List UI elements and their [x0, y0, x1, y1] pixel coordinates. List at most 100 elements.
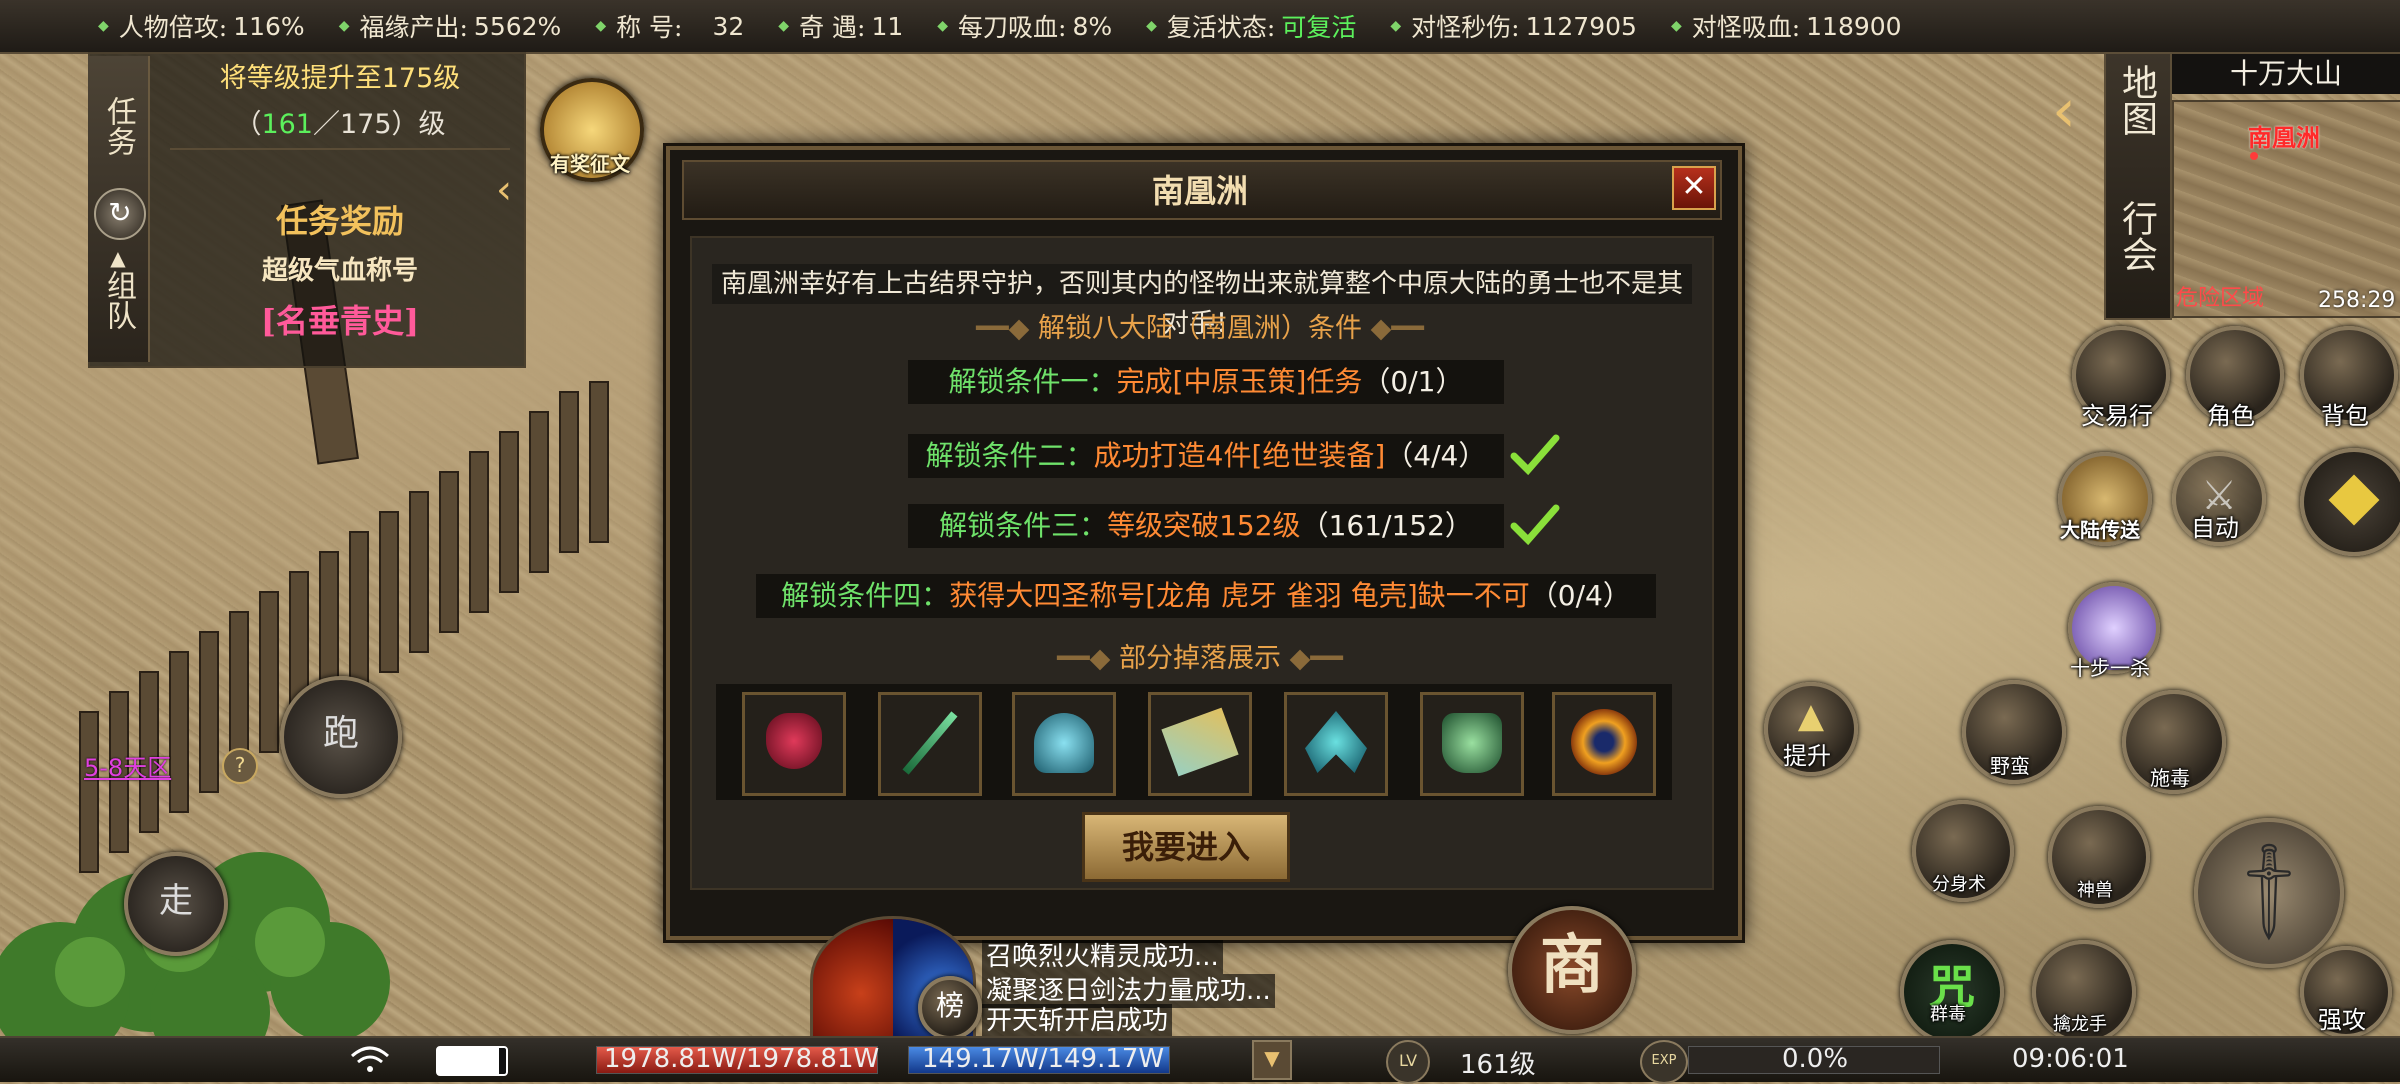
stat-revive-status: ◆ 复活状态: 可复活	[1146, 13, 1357, 42]
dialog-title: 南凰洲	[1151, 172, 1248, 210]
helmet-icon	[1034, 713, 1094, 773]
loot-item-claw[interactable]	[1284, 692, 1388, 796]
map-coordinates: 258:29	[2318, 288, 2396, 313]
tab-task[interactable]: 任务	[88, 96, 148, 167]
map-button[interactable]: 地图	[2108, 64, 2164, 148]
condition-row: 解锁条件四：获得大四圣称号[龙角 虎牙 雀羽 龟壳]缺一不可（0/4）	[756, 574, 1656, 618]
loot-showcase-title: ━━◆ 部分掉落展示 ◆━━	[1057, 643, 1343, 674]
shop-button[interactable]: 商	[1508, 906, 1636, 1034]
stat-monster-lifesteal: ◆ 对怪吸血: 118900	[1670, 11, 1902, 43]
checkmark-icon	[1510, 434, 1560, 476]
refresh-icon[interactable]: ↻	[94, 188, 146, 240]
ornament-left-icon: ━━◆	[1057, 643, 1119, 674]
exp-value: 0.0%	[1782, 1044, 1849, 1074]
run-button[interactable]: 跑	[280, 676, 402, 798]
checkmark-icon	[1510, 504, 1560, 546]
auto-label: 自动	[2191, 514, 2239, 542]
skill-group-poison-button[interactable]: 咒	[1900, 940, 2004, 1044]
quest-progress: （161／175）级	[234, 109, 446, 140]
clock-time: 09:06:01	[2012, 1044, 2129, 1074]
guild-button[interactable]: 行会	[2108, 200, 2164, 284]
stat-attack-multiplier: ◆ 人物倍攻: 116%	[98, 11, 305, 43]
battery-level	[438, 1048, 500, 1074]
danger-zone-label: 危险区域	[2176, 286, 2265, 311]
diamond-icon: ◆	[937, 18, 949, 34]
skill-clone-label: 分身术	[1932, 874, 1986, 895]
wifi-icon	[351, 1046, 389, 1072]
mp-value: 149.17W/149.17W	[922, 1044, 1165, 1074]
stat-adventure: ◆ 奇 遇: 11	[778, 11, 904, 43]
skill-ten-step-label: 十步一杀	[2070, 656, 2150, 680]
loot-item-helmet[interactable]	[1012, 692, 1116, 796]
quest-side-tabs: 任务 ↻ ▲ 组队	[88, 56, 150, 362]
scroll-icon	[1161, 707, 1239, 777]
skill-beast-label: 神兽	[2077, 880, 2113, 901]
orb-icon	[1571, 709, 1637, 775]
level-badge-icon: LV	[1386, 1040, 1430, 1084]
quest-reward-label: 任务奖励	[275, 202, 404, 240]
bag-label: 背包	[2321, 402, 2369, 430]
skill-dragon-hand-label: 擒龙手	[2053, 1014, 2107, 1035]
chat-line: 开天斩开启成功	[982, 1004, 1173, 1038]
ornament-left-icon: ━━◆	[976, 313, 1038, 344]
strong-attack-label: 强攻	[2318, 1006, 2366, 1034]
player-marker-icon	[2250, 152, 2258, 160]
skill-wild-barb-label: 野蛮	[1990, 754, 2030, 778]
server-zone-link[interactable]: 5-8天区	[84, 748, 171, 783]
team-icon: ▲	[110, 246, 126, 270]
skill-group-poison-label: 群毒	[1930, 1004, 1966, 1025]
diamond-icon: ◆	[595, 18, 607, 34]
chevron-down-icon[interactable]: ▼	[1252, 1040, 1292, 1080]
level-value: 161级	[1460, 1050, 1536, 1080]
ornament-right-icon: ◆━━	[1362, 313, 1424, 344]
role-label: 角色	[2207, 402, 2255, 430]
diamond-icon: ◆	[778, 18, 790, 34]
loot-item-staff[interactable]	[878, 692, 982, 796]
diamond-menu-icon	[2328, 474, 2380, 526]
collapse-arrow-icon[interactable]: ‹	[2052, 76, 2076, 146]
loot-item-mask[interactable]	[742, 692, 846, 796]
mask-icon	[766, 713, 822, 769]
diamond-icon: ◆	[1670, 18, 1682, 34]
condition-row: 解锁条件一：完成[中原玉策]任务（0/1）	[908, 360, 1504, 404]
menu-toggle-button[interactable]	[2300, 448, 2400, 556]
loot-item-orb[interactable]	[1552, 692, 1656, 796]
ranking-button[interactable]: 榜	[918, 976, 982, 1040]
staff-icon	[902, 711, 958, 775]
minimap-region-label: 南凰洲	[2248, 124, 2320, 152]
loot-item-cauldron[interactable]	[1420, 692, 1524, 796]
battery-icon	[436, 1046, 508, 1076]
quest-reward-title: 超级气血称号	[261, 256, 418, 286]
quest-goal: 将等级提升至175级	[219, 63, 461, 94]
diamond-icon: ◆	[98, 18, 109, 34]
condition-row: 解锁条件三：等级突破152级（161/152）	[908, 504, 1504, 548]
diamond-icon: ◆	[338, 18, 350, 34]
diamond-icon: ◆	[1146, 18, 1157, 34]
cauldron-icon	[1442, 713, 1502, 773]
dialog-description: 南凰洲幸好有上古结界守护，否则其内的怪物出来就算整个中原大陆的勇士也不是其对手！	[712, 264, 1692, 339]
chat-line: 召唤烈火精灵成功...	[982, 940, 1223, 974]
map-area-name: 十万大山	[2172, 54, 2400, 94]
unlock-conditions-title: ━━◆ 解锁八大陆（南凰洲）条件 ◆━━	[976, 313, 1424, 344]
skill-poison-label: 施毒	[2150, 766, 2190, 790]
event-essay-label: 有奖征文	[550, 152, 630, 176]
enter-button[interactable]: 我要进入	[1082, 812, 1290, 882]
condition-row: 解锁条件二：成功打造4件[绝世装备]（4/4）	[908, 434, 1504, 478]
top-status-bar: ◆ 人物倍攻: 116% ◆ 福缘产出: 5562% ◆ 称 号: 32 ◆ 奇 遇: 11 ◆…	[0, 0, 2400, 54]
upgrade-label: 提升	[1783, 742, 1831, 770]
exp-badge-icon: EXP	[1640, 1040, 1688, 1084]
loot-item-scroll[interactable]	[1148, 692, 1252, 796]
tab-team[interactable]: ▲ 组队	[88, 246, 148, 341]
stat-title-count: ◆ 称 号: 32	[595, 11, 745, 43]
quest-divider	[170, 148, 510, 150]
trade-label: 交易行	[2081, 402, 2153, 430]
close-button[interactable]: ✕	[1672, 166, 1716, 210]
quest-reward-name: [名垂青史]	[260, 302, 420, 340]
chat-line: 凝聚逐日剑法力量成功...	[982, 974, 1275, 1008]
collapse-arrow-icon[interactable]: ‹	[496, 160, 520, 220]
claw-icon	[1305, 711, 1367, 773]
walk-button[interactable]: 走	[124, 852, 228, 956]
help-icon[interactable]: ?	[222, 748, 258, 784]
attack-button[interactable]: 🗡	[2194, 818, 2344, 968]
stat-monster-dps: ◆ 对怪秒伤: 1127905	[1390, 11, 1637, 43]
